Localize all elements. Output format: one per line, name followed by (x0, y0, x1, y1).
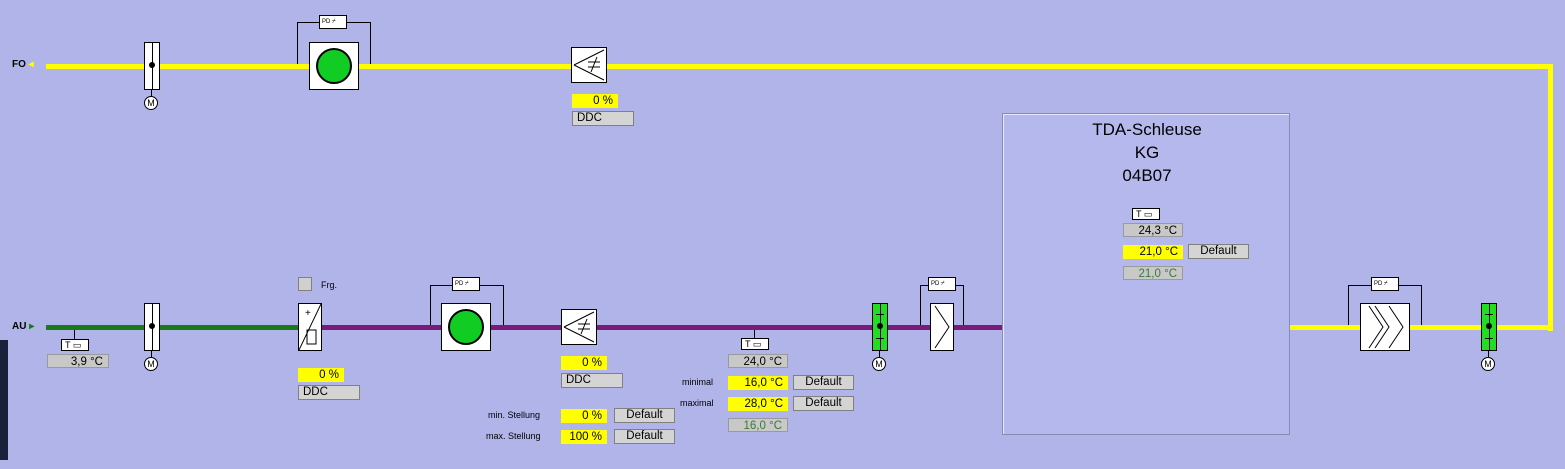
room-number: 04B07 (1122, 166, 1172, 185)
room-temp-default-button[interactable]: Default (1188, 244, 1249, 259)
window-edge (0, 340, 8, 460)
supply-temp-max-value[interactable]: 28,0 °C (728, 397, 788, 411)
outdoor-temp-sensor-icon[interactable]: T ▭ (61, 339, 89, 351)
supply-damper-motor-icon[interactable]: M (872, 357, 886, 371)
heater-percent[interactable]: 0 % (298, 368, 344, 382)
supply-fc-percent[interactable]: 0 % (561, 356, 607, 370)
frequency-converter-icon (563, 311, 595, 343)
exhaust-fan-icon (316, 48, 352, 84)
exhaust-fan[interactable] (309, 42, 359, 90)
exhaust-outlet-damper[interactable] (1481, 303, 1497, 351)
heater[interactable]: + (298, 303, 322, 351)
heater-mode-button[interactable]: DDC (298, 385, 360, 400)
max-position-default-button[interactable]: Default (614, 429, 675, 444)
heater-icon: + (298, 303, 322, 351)
max-position-label: max. Stellung (486, 431, 541, 441)
min-position-default-button[interactable]: Default (614, 408, 675, 423)
supply-fan-pd-icon[interactable]: PD ⌿ (452, 277, 480, 291)
heat-recovery-icon (1368, 305, 1404, 349)
fo-label: FO ◂ (12, 59, 34, 70)
supply-damper[interactable] (872, 303, 888, 351)
supply-temp-min-value[interactable]: 16,0 °C (728, 376, 788, 390)
supply-temp-max-default-button[interactable]: Default (793, 396, 854, 411)
exhaust-fc-mode-button[interactable]: DDC (572, 111, 634, 126)
heater-release-label: Frg. (321, 280, 338, 290)
exhaust-duct-right-vertical (1548, 64, 1553, 331)
exhaust-frequency-converter[interactable] (571, 47, 607, 83)
exhaust-damper-motor-icon[interactable]: M (144, 96, 158, 110)
exhaust-damper[interactable] (144, 42, 160, 90)
supply-filter[interactable] (930, 303, 954, 351)
outdoor-damper[interactable] (144, 303, 160, 351)
outdoor-temp-value[interactable]: 3,9 °C (47, 354, 109, 368)
supply-fan[interactable] (441, 303, 491, 351)
frequency-converter-icon (573, 49, 605, 81)
exhaust-fan-pd-icon[interactable]: PD ⌿ (319, 15, 347, 29)
supply-temp-effective[interactable]: 16,0 °C (728, 418, 788, 432)
supply-temp-min-label: minimal (682, 377, 714, 387)
exhaust-duct-top (46, 64, 1553, 69)
room-temp-effective[interactable]: 21,0 °C (1123, 266, 1183, 280)
supply-duct (298, 325, 1002, 330)
supply-temp-min-default-button[interactable]: Default (793, 375, 854, 390)
supply-temp-max-label: maximal (680, 398, 714, 408)
supply-fc-mode-button[interactable]: DDC (561, 373, 623, 388)
outdoor-damper-motor-icon[interactable]: M (144, 357, 158, 371)
au-label: AU ▸ (12, 321, 35, 332)
filter-icon (934, 305, 950, 349)
min-position-label: min. Stellung (488, 410, 541, 420)
exhaust-fc-percent[interactable]: 0 % (572, 94, 618, 108)
outdoor-duct (46, 325, 298, 330)
room-title: TDA-Schleuse (1092, 120, 1202, 139)
supply-fan-icon (448, 309, 484, 345)
exhaust-duct-bottom (1290, 325, 1553, 330)
supply-temp-sensor-icon[interactable]: T ▭ (741, 338, 769, 350)
room-temp-sensor-icon[interactable]: T ▭ (1132, 208, 1160, 220)
heat-recovery-unit[interactable] (1360, 303, 1410, 351)
exhaust-outlet-damper-motor-icon[interactable]: M (1481, 357, 1495, 371)
svg-text:+: + (305, 308, 311, 319)
room-floor: KG (1134, 143, 1160, 162)
supply-filter-pd-icon[interactable]: PD ⌿ (928, 277, 956, 291)
room-temp-actual[interactable]: 24,3 °C (1123, 223, 1183, 237)
room-panel: TDA-Schleuse KG 04B07 T ▭ 24,3 °C 21,0 °… (1002, 113, 1290, 435)
heat-recovery-pd-icon[interactable]: PD ⌿ (1371, 277, 1399, 291)
supply-frequency-converter[interactable] (561, 309, 597, 345)
heater-release-checkbox[interactable] (298, 277, 312, 291)
supply-temp-actual[interactable]: 24,0 °C (728, 354, 788, 368)
min-position-value[interactable]: 0 % (561, 409, 607, 423)
max-position-value[interactable]: 100 % (561, 430, 607, 444)
room-temp-setpoint[interactable]: 21,0 °C (1123, 245, 1183, 259)
